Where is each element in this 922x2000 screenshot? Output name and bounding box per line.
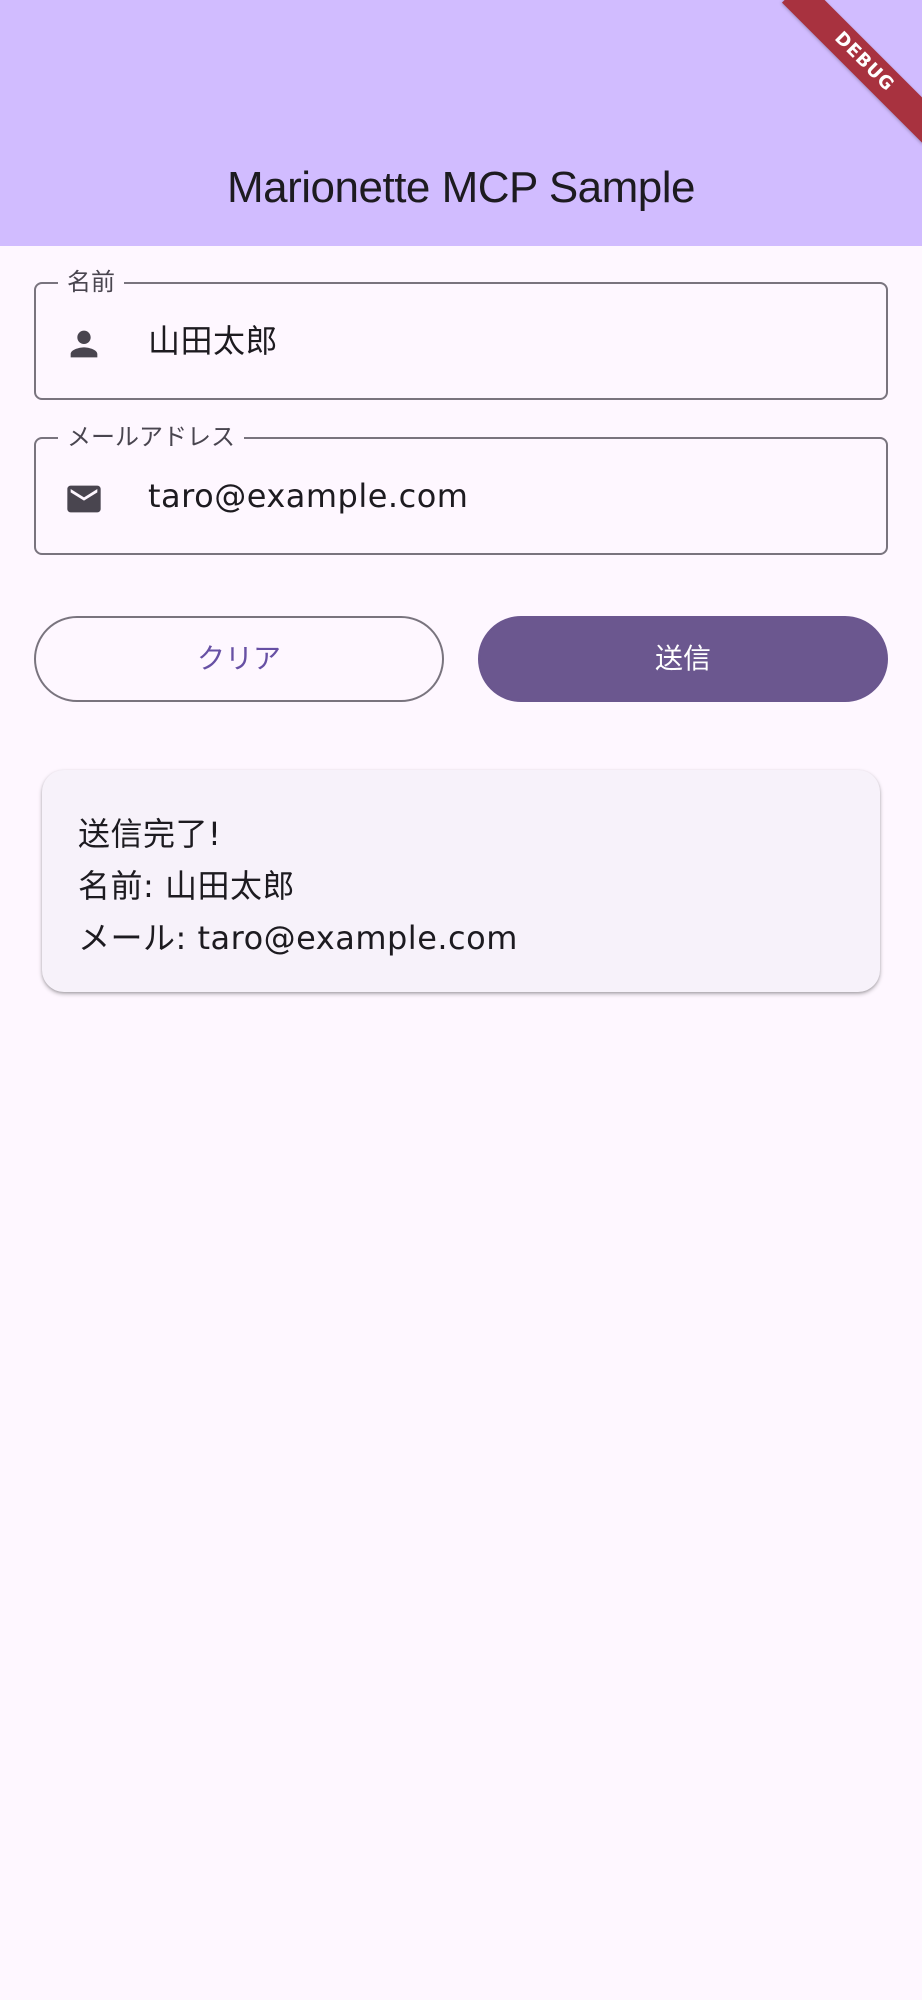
app-title: Marionette MCP Sample bbox=[227, 163, 696, 212]
result-card: 送信完了! 名前: 山田太郎 メール: taro@example.com bbox=[42, 770, 880, 992]
result-status: 送信完了! bbox=[78, 815, 222, 853]
mail-icon bbox=[64, 479, 104, 519]
name-field[interactable]: 名前 山田太郎 bbox=[34, 267, 888, 400]
name-field-label: 名前 bbox=[58, 267, 124, 297]
email-field-label: メールアドレス bbox=[58, 422, 244, 452]
email-field[interactable]: メールアドレス taro@example.com bbox=[34, 422, 888, 555]
result-email: メール: taro@example.com bbox=[78, 919, 518, 957]
clear-button[interactable]: クリア bbox=[34, 616, 444, 702]
submit-button[interactable]: 送信 bbox=[478, 616, 888, 702]
email-input[interactable]: taro@example.com bbox=[148, 473, 866, 519]
person-icon bbox=[64, 324, 104, 364]
name-input[interactable]: 山田太郎 bbox=[148, 318, 866, 364]
result-name: 名前: 山田太郎 bbox=[78, 867, 295, 905]
app-bar: Marionette MCP Sample bbox=[0, 0, 922, 246]
